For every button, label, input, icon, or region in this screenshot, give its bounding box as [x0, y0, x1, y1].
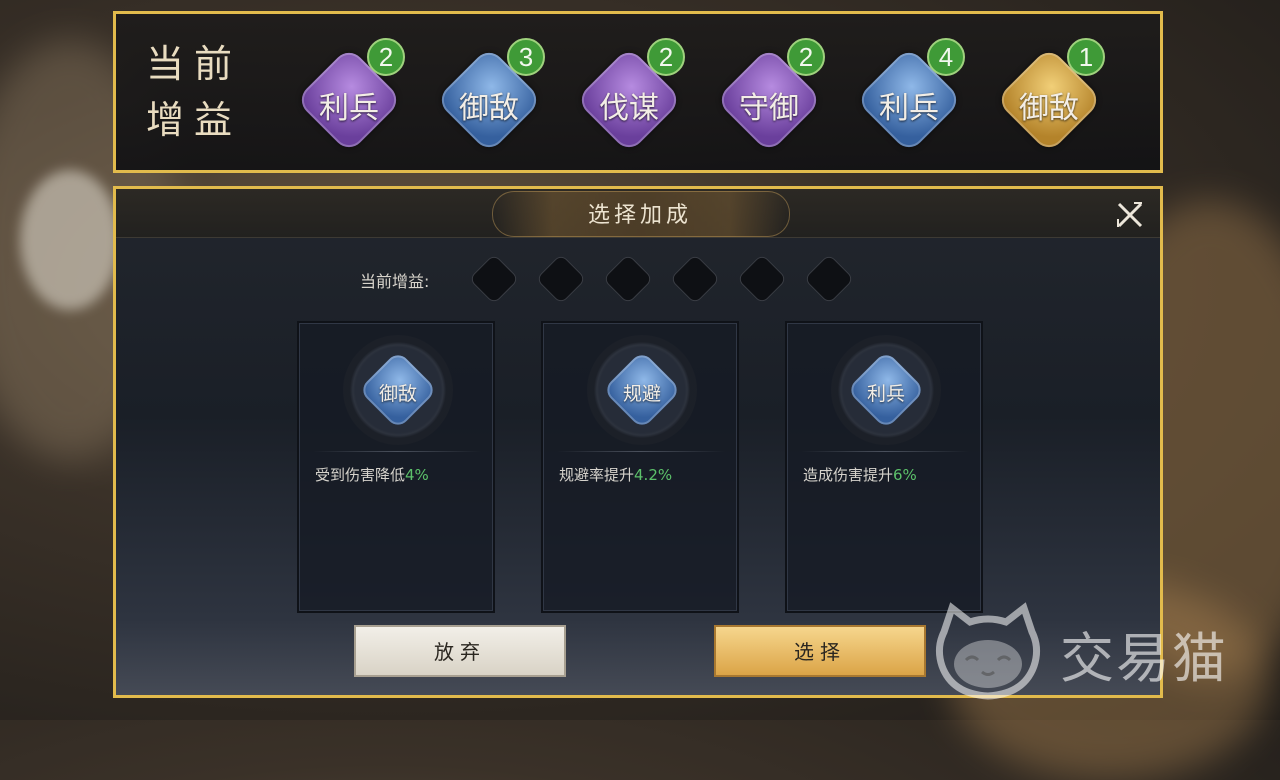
close-x-icon — [1117, 202, 1143, 228]
bonus-description: 造成伤害提升6% — [803, 464, 917, 485]
desc-value: 4% — [405, 466, 429, 484]
card-divider — [557, 451, 725, 452]
desc-value: 6% — [893, 466, 917, 484]
buff-label: 守御 — [739, 91, 799, 126]
background-avatar — [20, 170, 120, 310]
close-button[interactable] — [1114, 199, 1146, 231]
current-buffs-bar: 当前 增益 利兵 2 御敌 3 伐谋 2 守御 2 利兵 4 御敌 1 — [113, 11, 1163, 173]
buff-count-badge: 3 — [507, 38, 545, 76]
bonus-option-card[interactable]: 规避 规避率提升4.2% — [541, 321, 739, 613]
cat-logo-icon — [935, 602, 1041, 700]
watermark: 交易猫 — [930, 596, 1260, 706]
empty-buff-slot — [736, 253, 788, 305]
buff-count-badge: 2 — [787, 38, 825, 76]
gem-label: 利兵 — [866, 383, 905, 405]
empty-buff-slot — [535, 253, 587, 305]
dialog-title: 选择加成 — [587, 203, 692, 228]
buff-label: 伐谋 — [599, 91, 659, 126]
card-divider — [313, 451, 481, 452]
title-line-1: 当前 — [146, 42, 243, 86]
buff-label: 御敌 — [459, 91, 519, 126]
gem-label: 规避 — [622, 383, 661, 405]
desc-text: 造成伤害提升 — [803, 466, 894, 484]
buff-count-badge: 1 — [1067, 38, 1105, 76]
current-buffs-title: 当前 增益 — [146, 36, 256, 148]
card-divider — [801, 451, 969, 452]
buff-count-badge: 2 — [367, 38, 405, 76]
buff-badge[interactable]: 伐谋 2 — [575, 38, 685, 154]
buff-label: 御敌 — [1019, 91, 1079, 126]
select-button[interactable]: 选择 — [714, 625, 926, 677]
buff-badge[interactable]: 利兵 4 — [855, 38, 965, 154]
desc-text: 规避率提升 — [559, 466, 635, 484]
empty-buff-slot — [602, 253, 654, 305]
buff-label: 利兵 — [879, 91, 939, 126]
buff-badge[interactable]: 守御 2 — [715, 38, 825, 154]
buff-count-badge: 2 — [647, 38, 685, 76]
gem-label: 御敌 — [378, 383, 417, 405]
empty-buff-slot — [468, 253, 520, 305]
bonus-option-card[interactable]: 御敌 受到伤害降低4% — [297, 321, 495, 613]
current-buffs-label: 当前增益: — [360, 272, 430, 291]
desc-text: 受到伤害降低 — [315, 466, 406, 484]
bonus-description: 受到伤害降低4% — [315, 464, 429, 485]
desc-value: 4.2% — [634, 466, 673, 484]
buff-count-badge: 4 — [927, 38, 965, 76]
buff-badge[interactable]: 御敌 3 — [435, 38, 545, 154]
watermark-text: 交易猫 — [1060, 627, 1228, 690]
bonus-option-card[interactable]: 利兵 造成伤害提升6% — [785, 321, 983, 613]
buff-label: 利兵 — [319, 91, 379, 126]
buff-badge[interactable]: 御敌 1 — [995, 38, 1105, 154]
bonus-description: 规避率提升4.2% — [559, 464, 672, 485]
empty-buff-slot — [669, 253, 721, 305]
abandon-button[interactable]: 放弃 — [354, 625, 566, 677]
title-line-2: 增益 — [146, 98, 243, 142]
empty-buff-slot — [803, 253, 855, 305]
buff-badge[interactable]: 利兵 2 — [295, 38, 405, 154]
